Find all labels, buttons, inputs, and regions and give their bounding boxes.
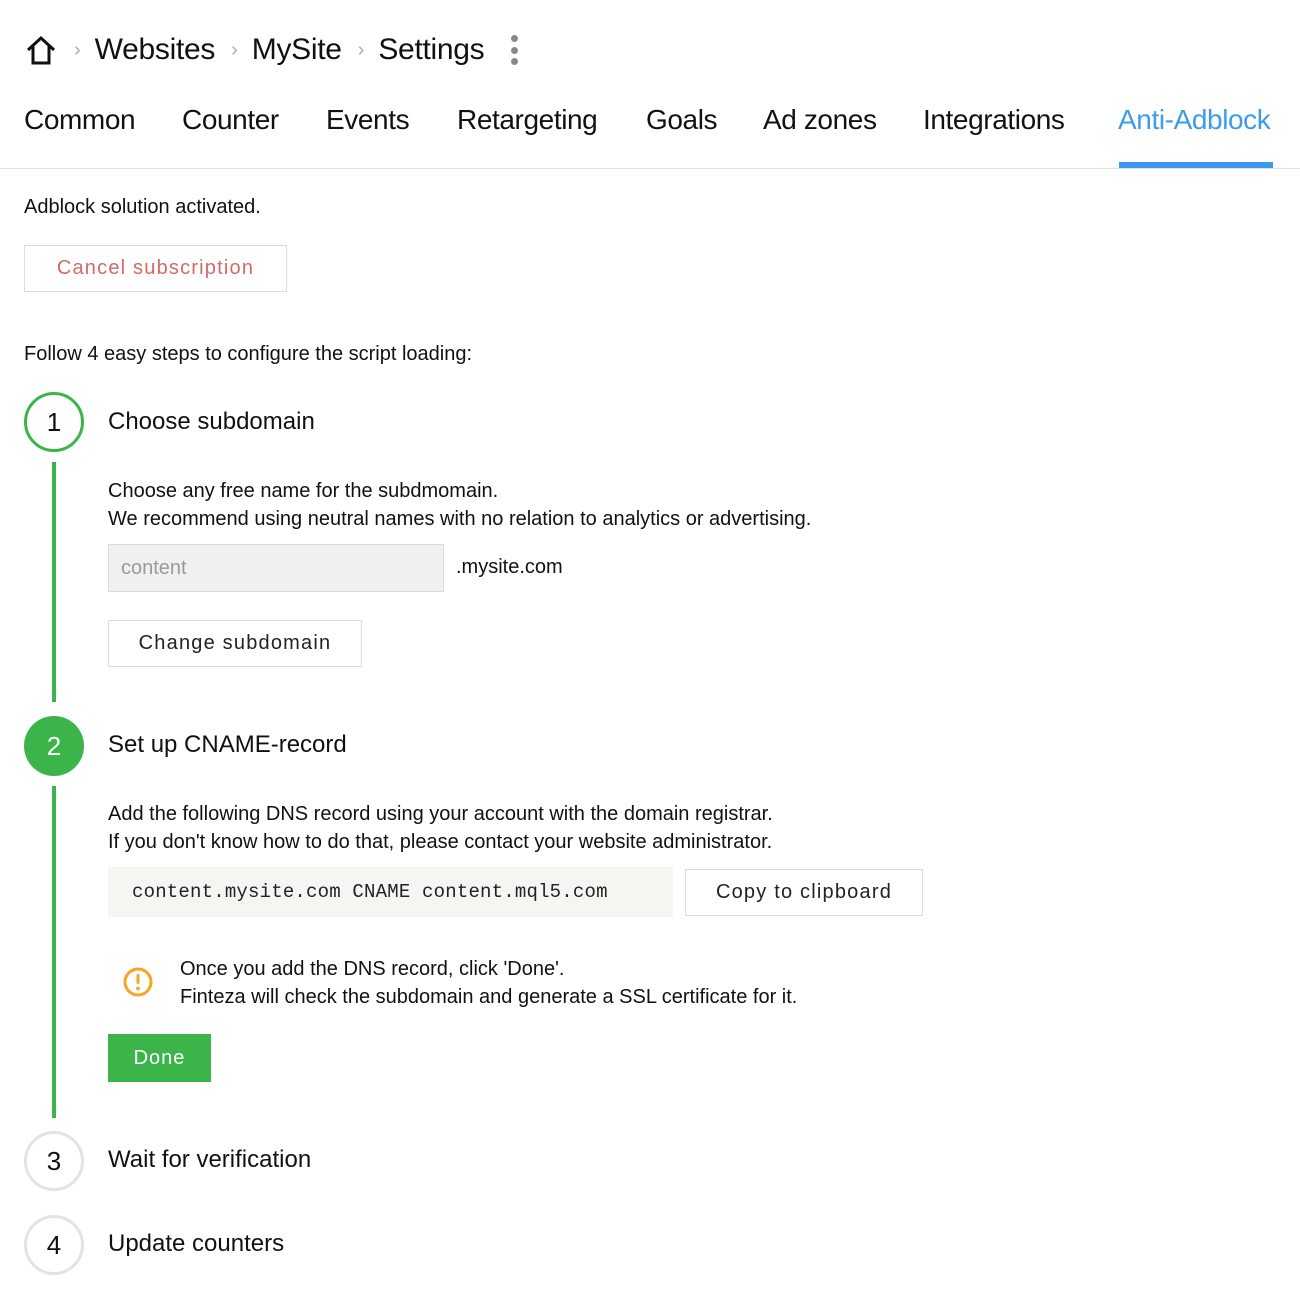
chevron-right-icon: › (357, 38, 365, 61)
breadcrumb: › Websites › MySite › Settings (24, 28, 518, 72)
settings-tabs: Common Counter Events Retargeting Goals … (0, 96, 1300, 169)
warning-icon (122, 966, 154, 998)
step-2-description: Add the following DNS record using your … (108, 800, 773, 856)
copy-to-clipboard-button[interactable]: Copy to clipboard (685, 869, 923, 916)
step-2-description-line: If you don't know how to do that, please… (108, 831, 773, 853)
tab-counter[interactable]: Counter (182, 104, 279, 136)
step-2-description-line: Add the following DNS record using your … (108, 803, 773, 825)
tab-goals[interactable]: Goals (646, 104, 718, 136)
dns-record: content.mysite.com CNAME content.mql5.co… (108, 867, 673, 917)
notice-line: Finteza will check the subdomain and gen… (180, 986, 798, 1008)
step-1-indicator: 1 (24, 392, 84, 452)
domain-suffix: .mysite.com (456, 556, 563, 578)
status-text: Adblock solution activated. (24, 196, 261, 218)
step-1-description: Choose any free name for the subdmomain.… (108, 477, 811, 533)
chevron-right-icon: › (74, 38, 81, 61)
subdomain-input[interactable] (108, 544, 444, 592)
step-2-title: Set up CNAME-record (108, 731, 347, 758)
active-tab-indicator (1119, 162, 1273, 168)
step-2-connector (52, 786, 56, 1118)
step-3-title: Wait for verification (108, 1146, 312, 1173)
done-notice: Once you add the DNS record, click 'Done… (180, 955, 797, 1011)
step-1-description-line: We recommend using neutral names with no… (108, 508, 812, 530)
step-1-title: Choose subdomain (108, 408, 315, 435)
breadcrumb-mysite[interactable]: MySite (252, 33, 342, 67)
step-2-indicator: 2 (24, 716, 84, 776)
change-subdomain-button[interactable]: Change subdomain (108, 620, 362, 667)
home-icon[interactable] (24, 33, 58, 67)
step-3-indicator: 3 (24, 1131, 84, 1191)
step-1-description-line: Choose any free name for the subdmomain. (108, 480, 499, 502)
tab-common[interactable]: Common (24, 104, 136, 136)
breadcrumb-websites[interactable]: Websites (95, 33, 216, 67)
tab-retargeting[interactable]: Retargeting (457, 104, 598, 136)
done-button[interactable]: Done (108, 1034, 211, 1082)
chevron-right-icon: › (231, 38, 238, 61)
breadcrumb-settings: Settings (378, 33, 485, 66)
step-4-title: Update counters (108, 1230, 285, 1257)
more-options-icon[interactable] (510, 35, 518, 65)
notice-line: Once you add the DNS record, click 'Done… (180, 958, 565, 980)
intro-text: Follow 4 easy steps to configure the scr… (24, 343, 473, 365)
step-1-connector (52, 462, 56, 702)
tab-ad-zones[interactable]: Ad zones (763, 104, 877, 136)
tab-events[interactable]: Events (326, 104, 410, 136)
step-4-indicator: 4 (24, 1215, 84, 1275)
cancel-subscription-button[interactable]: Cancel subscription (24, 245, 287, 292)
tab-anti-adblock[interactable]: Anti-Adblock (1118, 104, 1271, 136)
tab-integrations[interactable]: Integrations (923, 104, 1065, 136)
